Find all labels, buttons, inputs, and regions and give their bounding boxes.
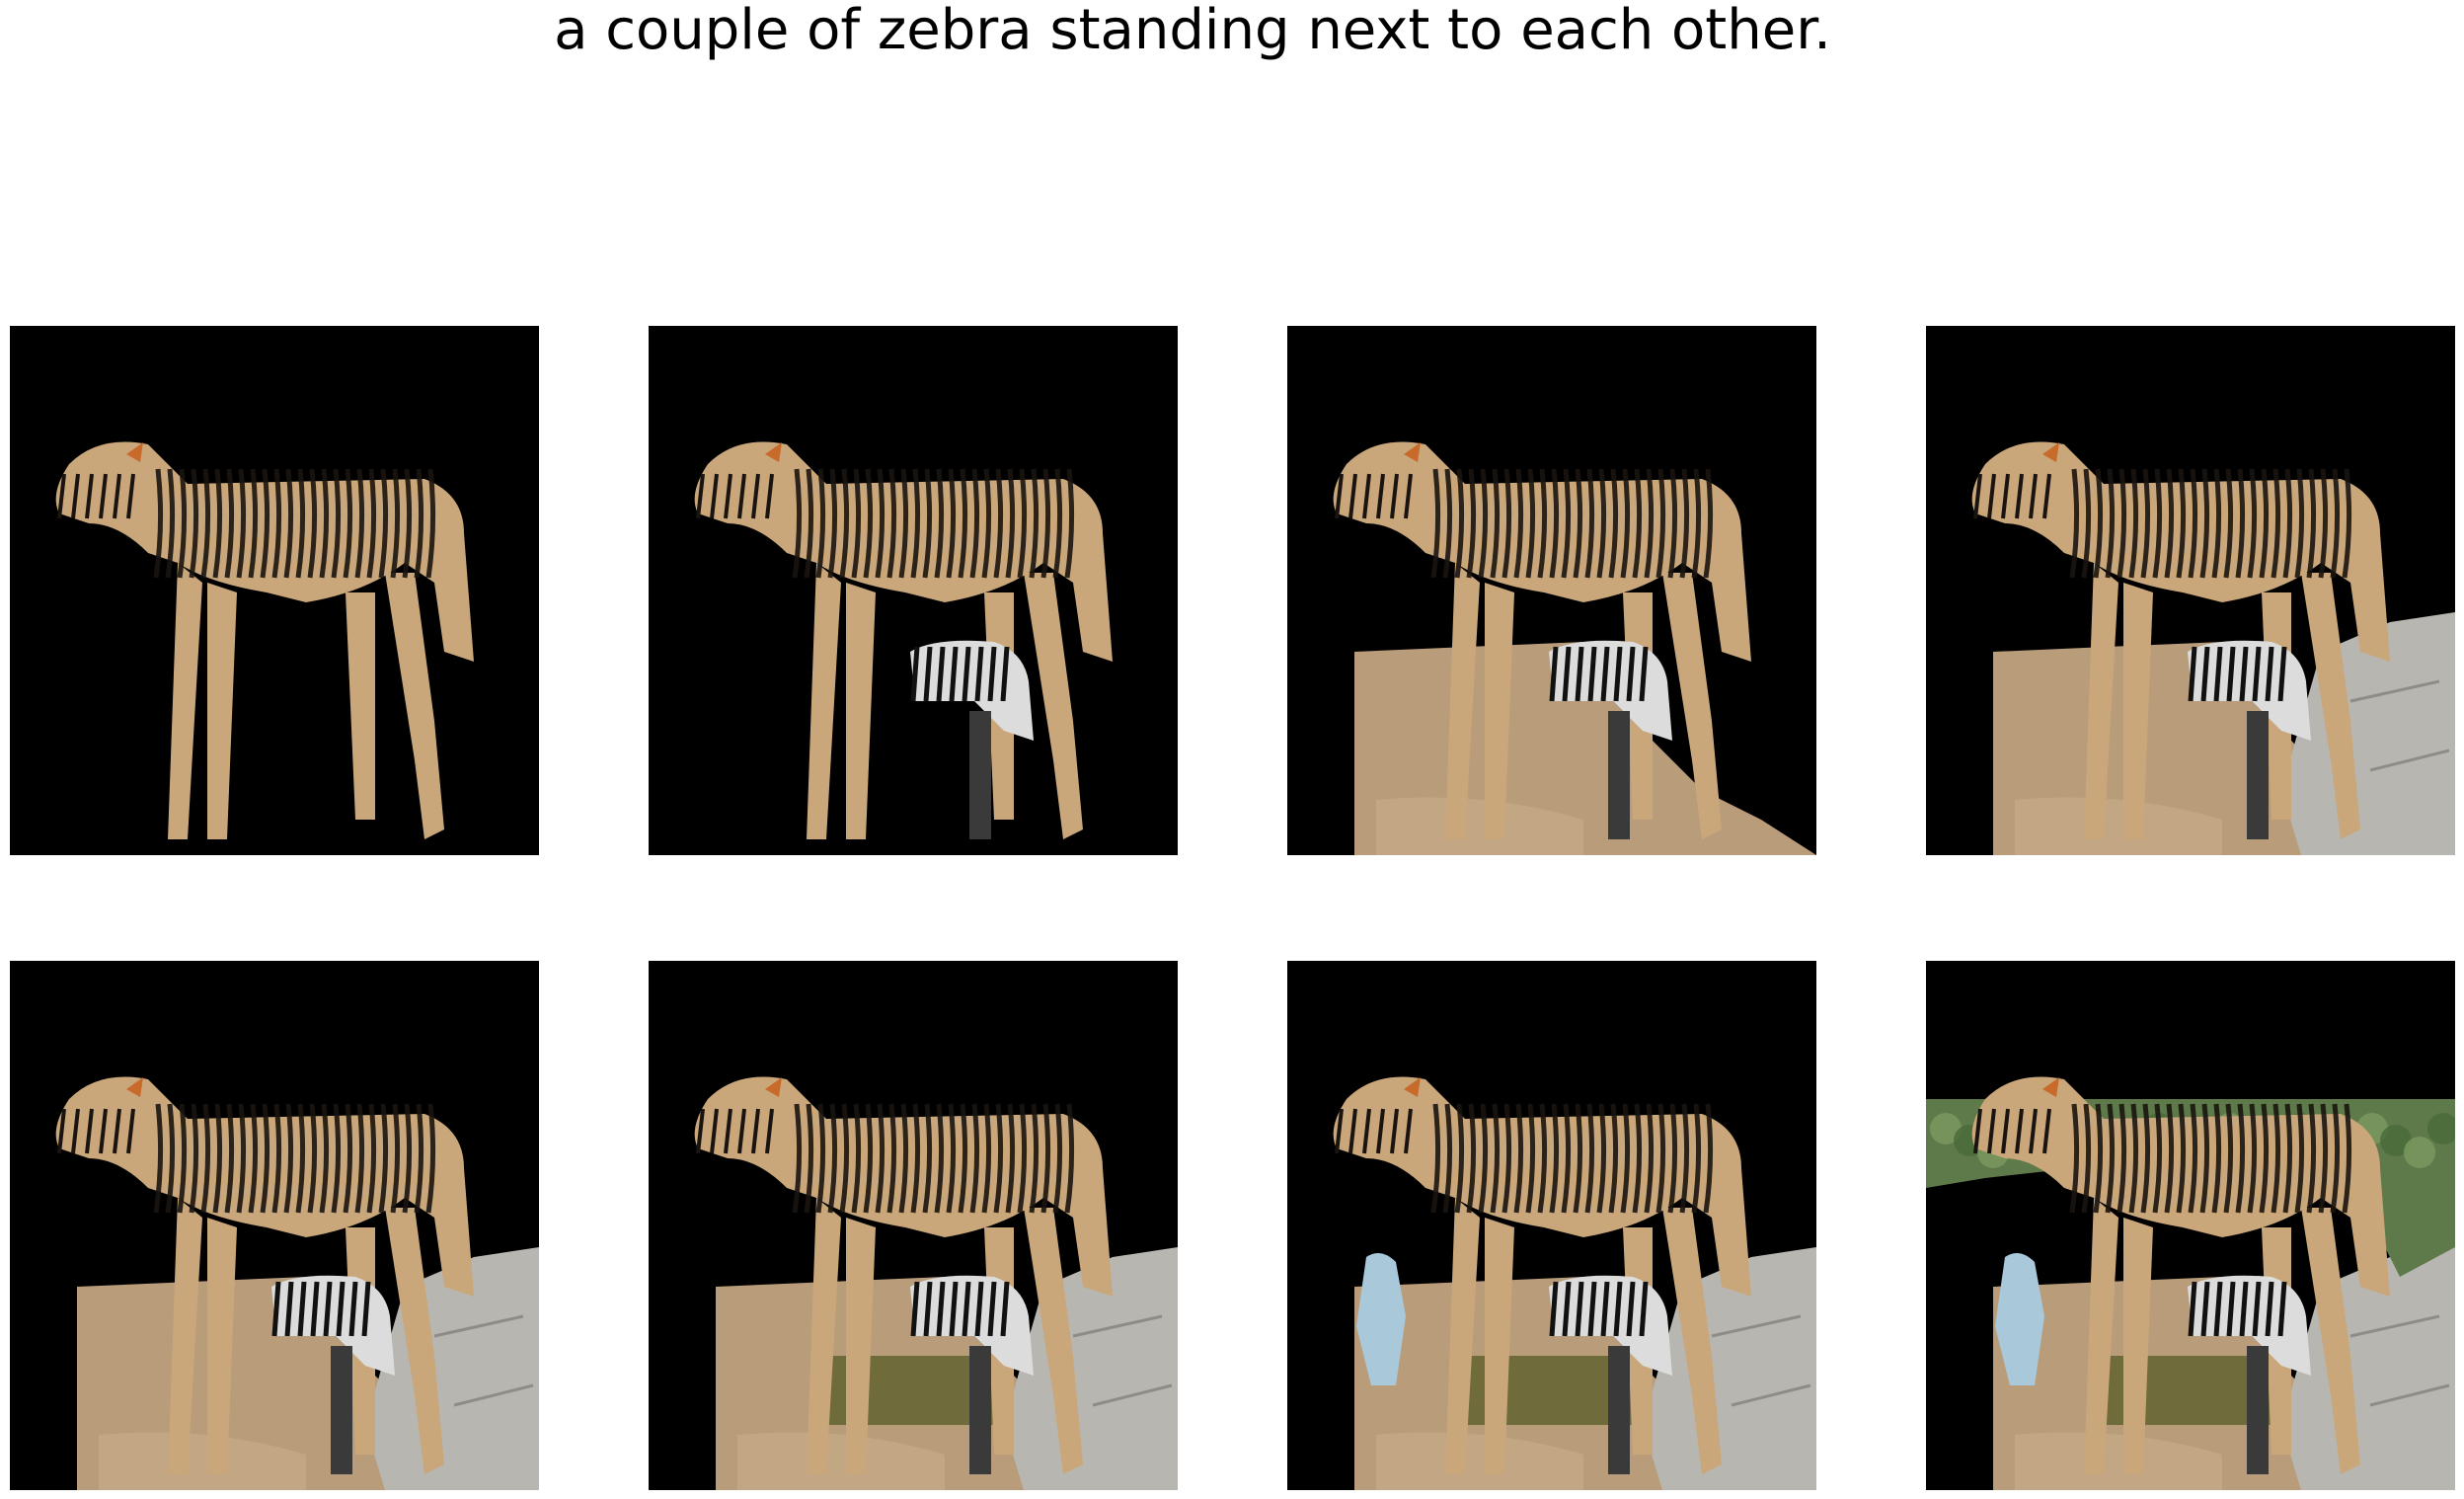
caption: a couple of zebra standing next to each … xyxy=(554,0,1831,62)
panel-8-image xyxy=(1926,961,2455,1490)
panel-6-image xyxy=(649,961,1178,1490)
panel-8 xyxy=(1926,961,2455,1490)
panel-1-image xyxy=(10,326,539,855)
panel-5-image xyxy=(10,961,539,1490)
panel-3-image xyxy=(1287,326,1816,855)
panel-7 xyxy=(1287,961,1816,1490)
panel-8-layers xyxy=(1926,1076,2455,1490)
panel-5 xyxy=(10,961,539,1490)
panel-6 xyxy=(649,961,1178,1490)
panel-3 xyxy=(1287,326,1816,855)
panel-4 xyxy=(1926,326,2455,855)
panel-2-image xyxy=(649,326,1178,855)
panel-4-image xyxy=(1926,326,2455,855)
panel-1 xyxy=(10,326,539,855)
panel-7-image xyxy=(1287,961,1816,1490)
panel-2 xyxy=(649,326,1178,855)
